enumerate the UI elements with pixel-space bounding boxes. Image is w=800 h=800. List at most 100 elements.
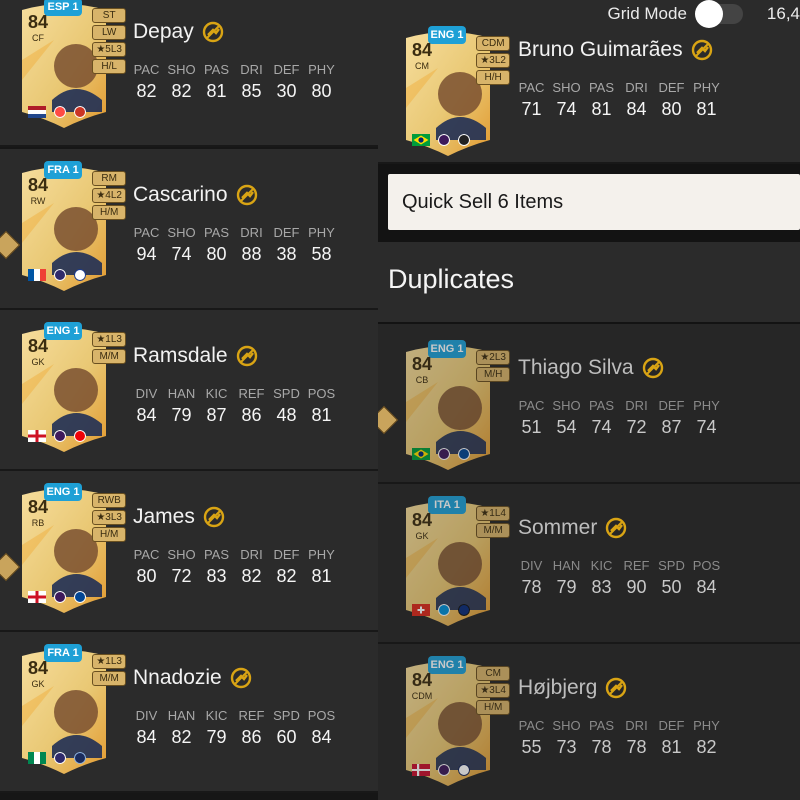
league-logo-icon <box>438 134 450 146</box>
player-name: Bruno Guimarães <box>518 38 683 61</box>
stat-value: 86 <box>241 727 262 747</box>
player-card[interactable]: ESP 1 84 CF ST LW ★5L3 H/L <box>14 0 126 130</box>
player-row[interactable]: ENG 1 84 CB ★2L3 M/H Thiago Silva PAC 51 … <box>378 324 800 484</box>
club-crest-icon <box>458 134 470 146</box>
player-tag: M/M <box>92 349 126 364</box>
stat-column: SHO 82 <box>164 62 199 102</box>
quick-sell-label: Quick Sell 6 Items <box>402 190 564 213</box>
stat-label: POS <box>692 558 721 573</box>
league-logo-icon <box>54 269 66 281</box>
stat-row: DIV 78 HAN 79 KIC 83 REF 90 SPD 50 POS 8… <box>514 558 724 598</box>
card-emblems <box>412 448 470 460</box>
stat-label: DRI <box>240 225 263 240</box>
player-rating: 84 <box>411 40 433 60</box>
stat-column: PAC 71 <box>514 80 549 120</box>
stat-label: PAS <box>203 547 230 562</box>
stat-value: 94 <box>136 244 157 264</box>
nation-flag-icon <box>412 604 430 616</box>
name-line: James <box>133 505 225 529</box>
player-position: RW <box>30 196 46 206</box>
player-card[interactable]: ENG 1 84 CDM CM ★3L4 H/M <box>398 656 510 788</box>
tag-list: RM ★4L2 H/M <box>92 171 126 220</box>
evolution-side-icon <box>378 405 399 435</box>
club-crest-icon <box>74 106 86 118</box>
stat-label: SHO <box>167 225 196 240</box>
stat-column: REF 90 <box>619 558 654 598</box>
stat-column: SHO 74 <box>164 225 199 265</box>
stat-value: 85 <box>241 81 262 101</box>
tag-list: ★1L4 M/M <box>476 506 510 538</box>
card-emblems <box>28 269 86 281</box>
stat-row: PAC 55 SHO 73 PAS 78 DRI 78 DEF 81 PHY 8… <box>514 718 724 758</box>
stat-label: PHY <box>308 225 335 240</box>
grid-mode-toggle[interactable] <box>694 0 743 28</box>
nation-flag-icon <box>412 134 430 146</box>
stat-label: DIV <box>520 558 543 573</box>
stat-column: HAN 79 <box>164 386 199 426</box>
player-row[interactable]: ESP 1 84 CF ST LW ★5L3 H/L Depay PAC 82 SHO… <box>0 0 378 147</box>
player-tag: RM <box>92 171 126 186</box>
league-logo-icon <box>54 430 66 442</box>
stat-value: 81 <box>206 81 227 101</box>
stat-column: POS 84 <box>304 708 339 748</box>
stat-column: SPD 50 <box>654 558 689 598</box>
name-line: Depay <box>133 20 224 44</box>
player-tag: ★2L3 <box>476 350 510 365</box>
player-card[interactable]: FRA 1 84 RW RM ★4L2 H/M <box>14 161 126 293</box>
player-row[interactable]: ITA 1 84 GK ★1L4 M/M Sommer DIV 78 HAN 79… <box>378 484 800 644</box>
stat-column: DEF 80 <box>654 80 689 120</box>
player-card[interactable]: ENG 1 84 GK ★1L3 M/M <box>14 322 126 454</box>
stat-column: KIC 83 <box>584 558 619 598</box>
stat-label: DEF <box>273 62 300 77</box>
player-card[interactable]: ENG 1 84 CM CDM ★3L2 H/H <box>398 26 510 158</box>
stat-column: PAC 51 <box>514 398 549 438</box>
stat-value: 81 <box>311 405 332 425</box>
stat-value: 82 <box>171 81 192 101</box>
player-card[interactable]: ITA 1 84 GK ★1L4 M/M <box>398 496 510 628</box>
player-card[interactable]: ENG 1 84 CB ★2L3 M/H <box>398 340 510 472</box>
name-line: Cascarino <box>133 183 258 207</box>
player-tag: ★3L2 <box>476 53 510 68</box>
tag-list: ST LW ★5L3 H/L <box>92 8 126 74</box>
stat-column: DRI 82 <box>234 547 269 587</box>
stat-value: 80 <box>661 99 682 119</box>
nation-flag-icon <box>28 269 46 281</box>
stat-label: PHY <box>308 547 335 562</box>
player-card[interactable]: FRA 1 84 GK ★1L3 M/M <box>14 644 126 776</box>
player-tag: ★1L3 <box>92 654 126 669</box>
player-row[interactable]: ENG 1 84 RB RWB ★3L3 H/M James PAC 80 SHO … <box>0 471 378 632</box>
player-row[interactable]: FRA 1 84 RW RM ★4L2 H/M Cascarino PAC 94 S… <box>0 149 378 310</box>
stat-value: 84 <box>626 99 647 119</box>
stat-value: 82 <box>241 566 262 586</box>
tag-list: CDM ★3L2 H/H <box>476 36 510 85</box>
stat-column: PAS 74 <box>584 398 619 438</box>
grid-mode-control[interactable]: Grid Mode 16,4 <box>608 0 800 28</box>
player-position: CM <box>415 61 429 71</box>
club-crest-icon <box>74 269 86 281</box>
stat-row: DIV 84 HAN 82 KIC 79 REF 86 SPD 60 POS 8… <box>129 708 339 748</box>
player-rating: 84 <box>411 670 433 690</box>
stat-value: 78 <box>521 577 542 597</box>
evolution-icon <box>202 21 223 43</box>
quick-sell-button[interactable]: Quick Sell 6 Items <box>388 174 800 230</box>
stat-label: SPD <box>658 558 685 573</box>
stat-value: 83 <box>206 566 227 586</box>
stat-column: PAC 55 <box>514 718 549 758</box>
player-card[interactable]: ENG 1 84 RB RWB ★3L3 H/M <box>14 483 126 615</box>
player-row[interactable]: ENG 1 84 CDM CM ★3L4 H/M Højbjerg PAC 55 S… <box>378 644 800 800</box>
player-row[interactable]: ENG 1 84 GK ★1L3 M/M Ramsdale DIV 84 HAN … <box>0 310 378 471</box>
duplicates-header: Duplicates <box>378 242 800 322</box>
stat-label: DEF <box>658 398 685 413</box>
player-position: GK <box>415 531 429 541</box>
stat-label: SHO <box>552 398 581 413</box>
stat-column: DEF 81 <box>654 718 689 758</box>
player-position: GK <box>31 679 45 689</box>
stat-column: KIC 79 <box>199 708 234 748</box>
player-position: CDM <box>411 691 433 701</box>
stat-value: 55 <box>521 737 542 757</box>
player-row[interactable]: FRA 1 84 GK ★1L3 M/M Nnadozie DIV 84 HAN … <box>0 632 378 793</box>
nation-flag-icon <box>412 764 430 776</box>
stat-column: REF 86 <box>234 708 269 748</box>
card-emblems <box>28 106 86 118</box>
stat-value: 82 <box>276 566 297 586</box>
